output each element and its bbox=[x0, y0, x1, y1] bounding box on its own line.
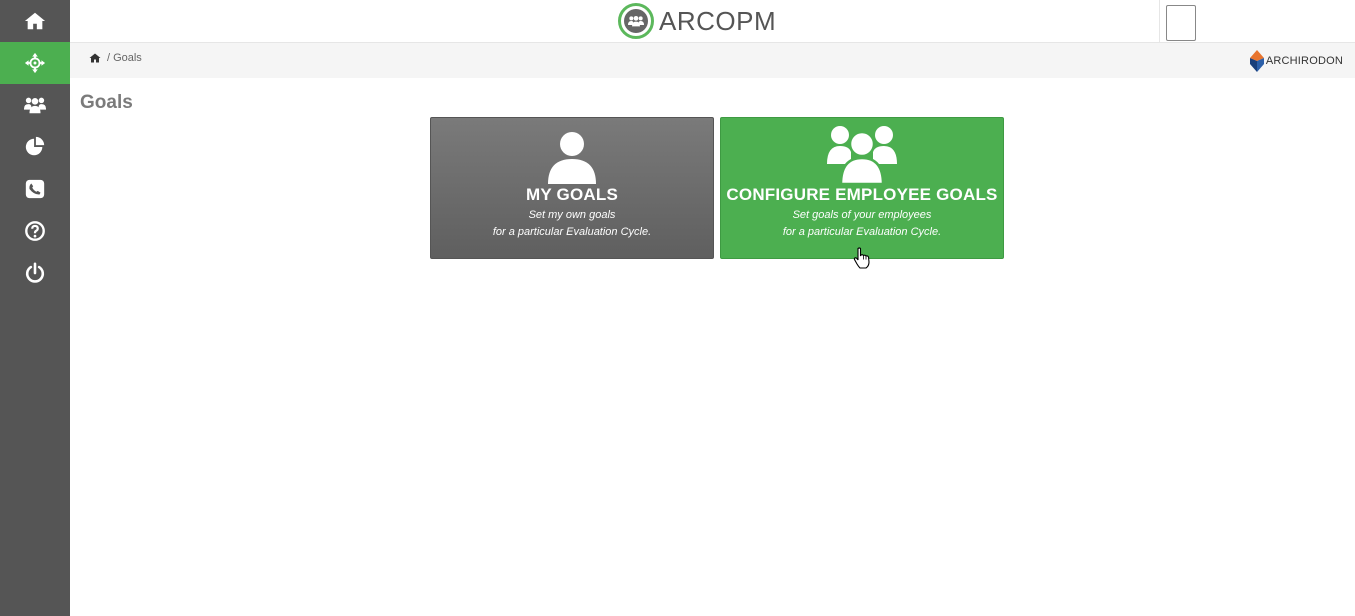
configure-goals-desc-line1: Set goals of your employees bbox=[792, 209, 932, 221]
top-bar: ARCOPM bbox=[70, 0, 1355, 43]
phone-icon bbox=[25, 179, 45, 199]
home-icon bbox=[24, 12, 46, 30]
sidebar-item-employees[interactable] bbox=[0, 84, 70, 126]
crosshair-icon bbox=[24, 52, 46, 74]
brand[interactable]: ARCOPM bbox=[618, 3, 776, 39]
breadcrumb-current: Goals bbox=[113, 52, 142, 64]
sidebar bbox=[0, 0, 70, 616]
sidebar-item-contact[interactable] bbox=[0, 168, 70, 210]
sidebar-item-help[interactable] bbox=[0, 210, 70, 252]
my-goals-tile[interactable]: MY GOALS Set my own goals for a particul… bbox=[430, 117, 714, 259]
my-goals-desc-line2: for a particular Evaluation Cycle. bbox=[492, 226, 652, 238]
sidebar-item-logout[interactable] bbox=[0, 252, 70, 294]
help-icon bbox=[25, 221, 45, 241]
topbar-divider bbox=[1159, 0, 1160, 43]
brand-logo-icon bbox=[618, 3, 654, 39]
brand-name: ARCOPM bbox=[659, 5, 777, 36]
power-icon bbox=[25, 262, 45, 283]
user-icon bbox=[548, 132, 596, 184]
breadcrumb-home-icon[interactable] bbox=[89, 52, 101, 64]
configure-employee-goals-tile[interactable]: CONFIGURE EMPLOYEE GOALS Set goals of yo… bbox=[720, 117, 1004, 259]
company-name: ARCHIRODON bbox=[1265, 55, 1343, 67]
users-icon bbox=[24, 97, 46, 114]
sidebar-item-reports[interactable] bbox=[0, 126, 70, 168]
configure-goals-desc-line2: for a particular Evaluation Cycle. bbox=[782, 226, 942, 238]
breadcrumb-separator: / bbox=[107, 52, 111, 64]
sidebar-item-home[interactable] bbox=[0, 0, 70, 42]
configure-employee-goals-title: CONFIGURE EMPLOYEE GOALS bbox=[726, 185, 998, 204]
breadcrumb: / Goals ARCHIRODON bbox=[70, 43, 1355, 78]
sidebar-item-goals[interactable] bbox=[0, 42, 70, 84]
pie-chart-icon bbox=[25, 136, 45, 156]
user-menu-button[interactable] bbox=[1166, 5, 1196, 41]
my-goals-desc-line1: Set my own goals bbox=[528, 209, 616, 221]
company-logo: ARCHIRODON bbox=[1249, 50, 1343, 72]
my-goals-title: MY GOALS bbox=[526, 185, 618, 204]
company-mark-icon bbox=[1249, 50, 1264, 72]
group-icon bbox=[827, 126, 897, 184]
hand-cursor-icon bbox=[853, 247, 870, 269]
page-title: Goals bbox=[80, 92, 133, 113]
